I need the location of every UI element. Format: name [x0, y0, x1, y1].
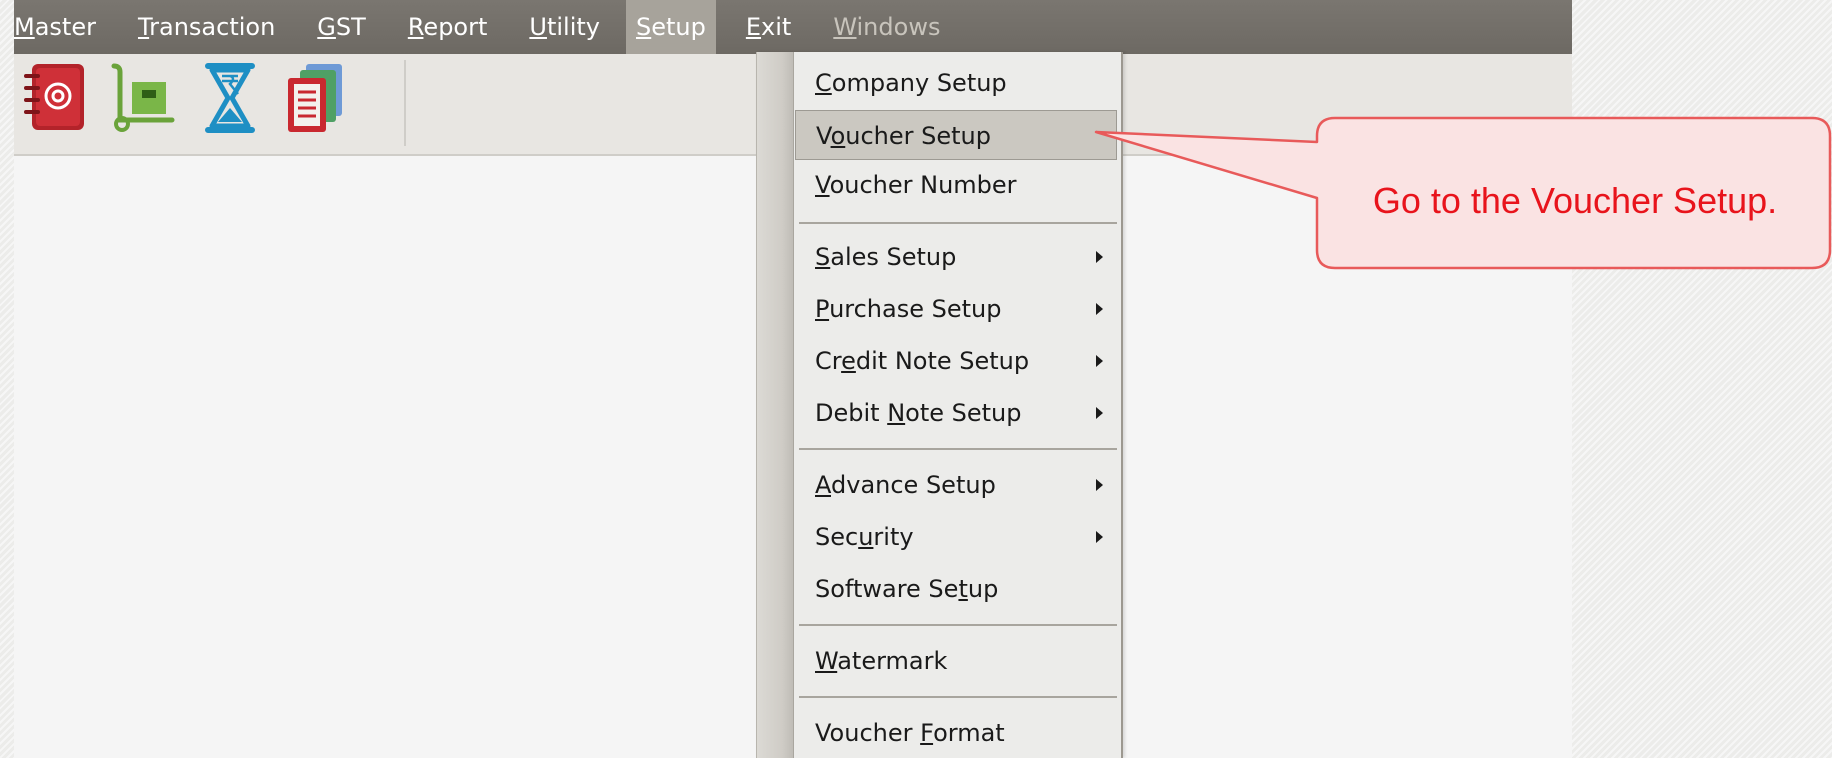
- callout-text: Go to the Voucher Setup.: [1372, 180, 1778, 221]
- callout-bubble: [1094, 116, 1832, 270]
